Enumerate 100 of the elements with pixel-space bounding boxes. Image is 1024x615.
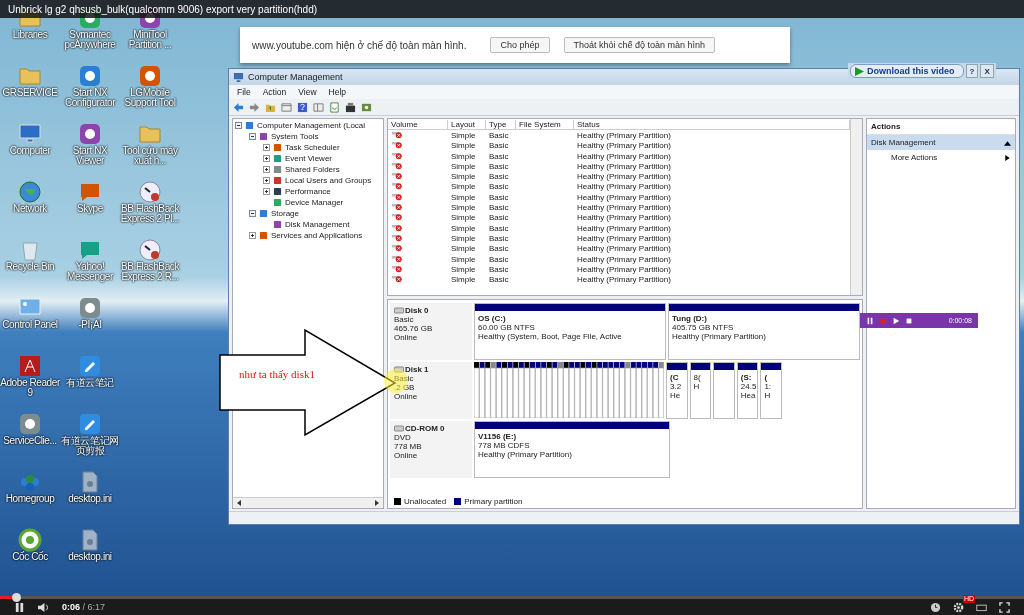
help-button[interactable]: ? [965,64,979,78]
partition-block[interactable]: Tung (D:) 405.75 GB NTFS Healthy (Primary Partition) [668,303,860,360]
table-cell-text: Simple [450,254,477,264]
partition-detail: 24.5 [740,382,755,391]
properties-icon[interactable] [345,101,356,113]
pause-icon[interactable] [14,601,25,613]
icon-label[interactable]: 有道云笔记 [60,378,120,388]
icon-label[interactable]: ServiceClie... [0,436,60,446]
help-icon[interactable] [297,101,308,113]
volume-icon[interactable] [37,601,50,613]
partition-block[interactable]: V1156 (E:) 778 MB CDFS Healthy (Primary Partition) [474,421,670,478]
clock-icon[interactable] [930,601,941,613]
forward-arrow-icon[interactable] [249,101,260,113]
partition-detail: 1: [764,382,773,391]
table-cell-text: Simple [450,182,477,192]
column-header[interactable]: File System [516,119,574,129]
column-header[interactable]: Layout [448,119,486,129]
table-cell-text: Healthy (Primary Partition) [576,203,672,212]
expander-icon[interactable] [235,122,242,129]
scrollbar[interactable] [233,497,383,508]
partition-block[interactable] [713,362,735,419]
node-icon [259,231,268,240]
expander-icon[interactable] [263,144,270,151]
table-cell-text: Basic [488,264,510,274]
play-icon[interactable] [892,316,900,325]
pause-icon[interactable] [866,316,874,325]
close-button[interactable]: X [980,64,994,78]
progress-track[interactable] [0,596,1024,599]
column-header[interactable]: Volume [388,119,448,129]
menu-item[interactable]: File [237,87,251,97]
tree-item[interactable]: Storage [271,209,300,218]
pane-icon[interactable] [281,101,292,113]
tree-item[interactable]: Device Manager [285,198,344,207]
disk-tool-icon[interactable] [361,101,372,113]
expander-icon[interactable] [263,188,270,195]
note-icon[interactable] [78,354,102,378]
pane-icon[interactable] [313,101,324,113]
download-button[interactable]: Download this video [850,64,964,78]
expander-icon[interactable] [249,210,256,217]
icon-label[interactable]: Adobe Reader 9 [0,378,60,398]
table-cell-text: Basic [488,275,510,285]
gauge-icon[interactable] [138,180,162,204]
video-title[interactable]: Unbrick lg g2 qhsusb_bulk(qualcomm 9006) export very partition(hdd) [8,3,318,15]
collapse-icon[interactable] [1004,139,1011,146]
notice-button[interactable]: Cho phép [490,37,550,53]
theater-mode-icon[interactable] [976,601,987,613]
menu-item[interactable]: Help [328,87,347,97]
tree-item[interactable]: Performance [285,187,331,196]
expander-icon[interactable] [263,155,270,162]
partition-detail: 778 MB CDFS [478,441,531,450]
action-item[interactable]: More Actions [867,150,1015,165]
partition-block[interactable]: (S: 24.5 Hea [736,362,759,419]
tree-item[interactable]: Disk Management [285,220,350,229]
tree-item[interactable]: Task Scheduler [285,143,340,152]
gauge-icon[interactable] [138,238,162,262]
note-icon[interactable] [78,412,102,436]
icon-label[interactable]: Cốc Cốc [0,552,60,562]
actions-section[interactable]: Disk Management [867,135,1015,150]
notice-button[interactable]: Thoát khỏi chế độ toàn màn hình [563,37,716,53]
browser-icon[interactable] [18,528,42,552]
partition-block[interactable]: ( 1: H [760,362,782,419]
disk-info[interactable]: Disk 0 Basic 465.76 GB Online [390,303,472,360]
icon-label[interactable]: desktop.ini [60,494,120,504]
icon-label[interactable]: 有道云笔记网页剪报 [60,436,120,456]
back-arrow-icon[interactable] [233,101,244,113]
settings-icon[interactable] [953,601,964,613]
node-icon [273,198,282,207]
table-cell-text: Simple [450,151,477,161]
tree-item[interactable]: Event Viewer [285,154,332,163]
expander-icon[interactable] [249,232,256,239]
table-cell-text: Simple [450,203,477,212]
tree-item[interactable]: Shared Folders [285,165,340,174]
icon-label[interactable]: desktop.ini [60,552,120,562]
tree-item[interactable]: Services and Applications [271,231,363,240]
tree-item[interactable]: Local Users and Groups [285,176,372,185]
icon-label[interactable]: Homegroup [0,494,60,504]
tree-item[interactable]: System Tools [271,132,319,141]
globe-icon[interactable] [18,180,42,204]
column-header[interactable]: Type [486,119,516,129]
expander-icon[interactable] [263,177,270,184]
progress-handle[interactable] [12,593,22,602]
partition-detail: H [764,391,772,400]
computer-icon[interactable] [18,122,42,146]
menu-item[interactable]: Action [262,87,287,97]
expander-icon[interactable] [263,166,270,173]
menu-item[interactable]: View [298,87,317,97]
disk-info[interactable]: CD-ROM 0 DVD 778 MB Online [390,421,472,478]
table-cell-text: Simple [450,213,477,223]
stop-icon[interactable] [905,316,913,325]
fullscreen-icon[interactable] [999,601,1010,613]
partition-block[interactable]: (C 3.2 He [666,362,688,419]
table-cell-text: Simple [450,244,477,254]
scrollbar[interactable] [850,119,862,295]
partition-block[interactable]: 8( H [689,362,712,419]
partition-block[interactable]: OS (C:) 60.00 GB NTFS Healthy (System, Boot, Page File, Active [474,303,666,360]
tree-item[interactable]: Computer Management (Local [257,121,366,130]
pdf-icon[interactable] [18,354,42,378]
disk-detail: 778 MB [394,442,423,451]
expander-icon[interactable] [249,133,256,140]
table-cell-text: Healthy (Primary Partition) [576,233,672,243]
